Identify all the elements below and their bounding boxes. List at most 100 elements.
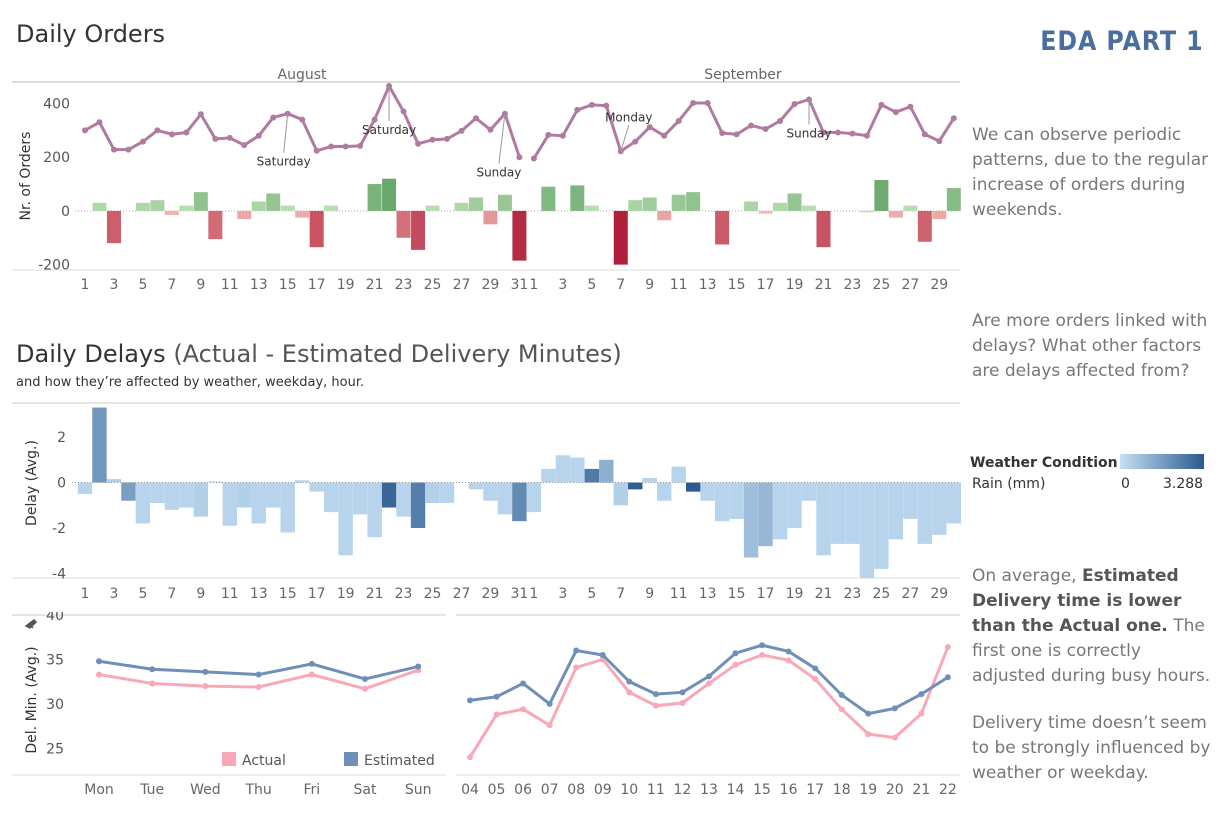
x-tick-label: 13: [250, 586, 268, 602]
series-point: [520, 706, 527, 713]
x-tick-label: 20: [886, 782, 904, 798]
x-tick-label: 25: [872, 586, 890, 602]
x-tick-label: 3: [558, 586, 567, 602]
y-tick-label: 35: [46, 652, 64, 668]
weather-legend-max: 3.288: [1163, 476, 1204, 492]
orders-point: [748, 122, 755, 129]
x-tick-label: 11: [647, 782, 665, 798]
x-tick-label: 11: [670, 586, 688, 602]
diff-bar: [642, 197, 657, 211]
series-point: [255, 671, 262, 678]
x-tick-label: 07: [541, 782, 559, 798]
orders-point: [197, 111, 204, 118]
series-point: [149, 666, 156, 673]
delay-bar: [642, 478, 657, 483]
delay-bar: [888, 482, 904, 540]
diff-bar: [295, 210, 310, 218]
series-point: [415, 663, 422, 670]
diff-bar: [816, 210, 831, 248]
orders-point: [762, 126, 769, 132]
orders-point: [632, 138, 639, 145]
x-tick-label: 17: [308, 277, 326, 293]
x-tick-label: Fri: [303, 782, 320, 798]
diff-bar: [787, 193, 802, 211]
x-tick-label: 13: [250, 277, 268, 293]
orders-point: [588, 101, 595, 108]
x-tick-label: Wed: [190, 782, 221, 798]
x-tick-label: 23: [395, 586, 413, 602]
y-tick-label: 25: [46, 741, 64, 757]
diff-bar: [309, 210, 324, 248]
series-point: [891, 705, 898, 712]
y-tick-label: 400: [43, 96, 70, 112]
delay-bar: [801, 482, 817, 501]
x-tick-label: Sun: [405, 782, 432, 798]
x-tick-label: 14: [727, 782, 745, 798]
daily-orders-chart: August September 400 200 0 -200 Nr. of Orders S…: [12, 67, 961, 293]
diff-bar: [584, 205, 599, 211]
x-tick-label: 19: [786, 586, 804, 602]
delay-bar: [657, 482, 672, 501]
orders-point: [313, 147, 320, 154]
legend-label: Actual: [242, 753, 286, 769]
x-tick-label: 05: [488, 782, 506, 798]
series-point: [546, 722, 553, 729]
series-point: [812, 665, 819, 672]
delay-bar: [555, 455, 571, 483]
diff-bar: [92, 202, 107, 211]
diff-bar: [367, 184, 382, 211]
delay-bar: [946, 482, 961, 524]
y-tick-label: 0: [61, 204, 70, 220]
orders-point: [516, 154, 523, 161]
delay-bar: [381, 482, 397, 508]
series-point: [918, 691, 925, 698]
y-tick-label: 0: [57, 476, 66, 492]
series-line: [469, 643, 949, 716]
diff-bar: [628, 200, 643, 211]
series-point: [96, 658, 102, 665]
note-weather-weekday: Delivery time doesn’t seem to be strongl…: [972, 713, 1211, 783]
orders-point: [458, 127, 465, 134]
weather-legend-gradient: [1120, 454, 1204, 469]
annotation-label: Saturday: [362, 123, 416, 137]
delay-bar: [92, 407, 107, 483]
orders-point: [892, 109, 899, 116]
orders-point: [371, 116, 378, 123]
series-point: [865, 731, 872, 738]
x-tick-label: 18: [833, 782, 851, 798]
series-point: [546, 700, 553, 707]
series-point: [732, 650, 739, 657]
x-tick-label: 22: [939, 782, 957, 798]
series-point: [96, 671, 102, 678]
weather-legend-subtitle: Rain (mm): [972, 476, 1046, 492]
series-point: [599, 652, 606, 658]
series-line: [468, 646, 950, 759]
x-tick-label: 19: [337, 277, 355, 293]
series-point: [865, 710, 872, 717]
x-tick-label: 25: [872, 277, 890, 293]
delay-bar: [758, 482, 773, 547]
x-tick-label: 25: [424, 277, 442, 293]
x-tick-label: 17: [757, 586, 775, 602]
daily-delays-title: Daily Delays (Actual - Estimated Deliver…: [16, 340, 622, 368]
annotation-label: Sunday: [476, 166, 521, 180]
x-tick-label: 5: [587, 586, 596, 602]
x-tick-label: 15: [753, 782, 771, 798]
delay-bar: [743, 482, 759, 558]
y-tick-label: -200: [38, 258, 70, 274]
delay-bar: [396, 482, 411, 517]
x-tick-label: 13: [699, 586, 717, 602]
diff-bar: [744, 201, 759, 211]
orders-point: [415, 140, 422, 147]
delay-bar: [135, 482, 151, 524]
x-tick-label: 21: [815, 586, 833, 602]
y-tick-label: 200: [43, 150, 70, 166]
diff-bar: [237, 210, 252, 219]
delay-bar: [570, 457, 585, 483]
series-point: [944, 644, 951, 650]
pin-icon: [24, 619, 38, 629]
delay-bar: [338, 482, 353, 556]
delay-bar: [613, 482, 628, 506]
x-tick-label: 09: [594, 782, 612, 798]
x-tick-label: 7: [167, 277, 176, 293]
